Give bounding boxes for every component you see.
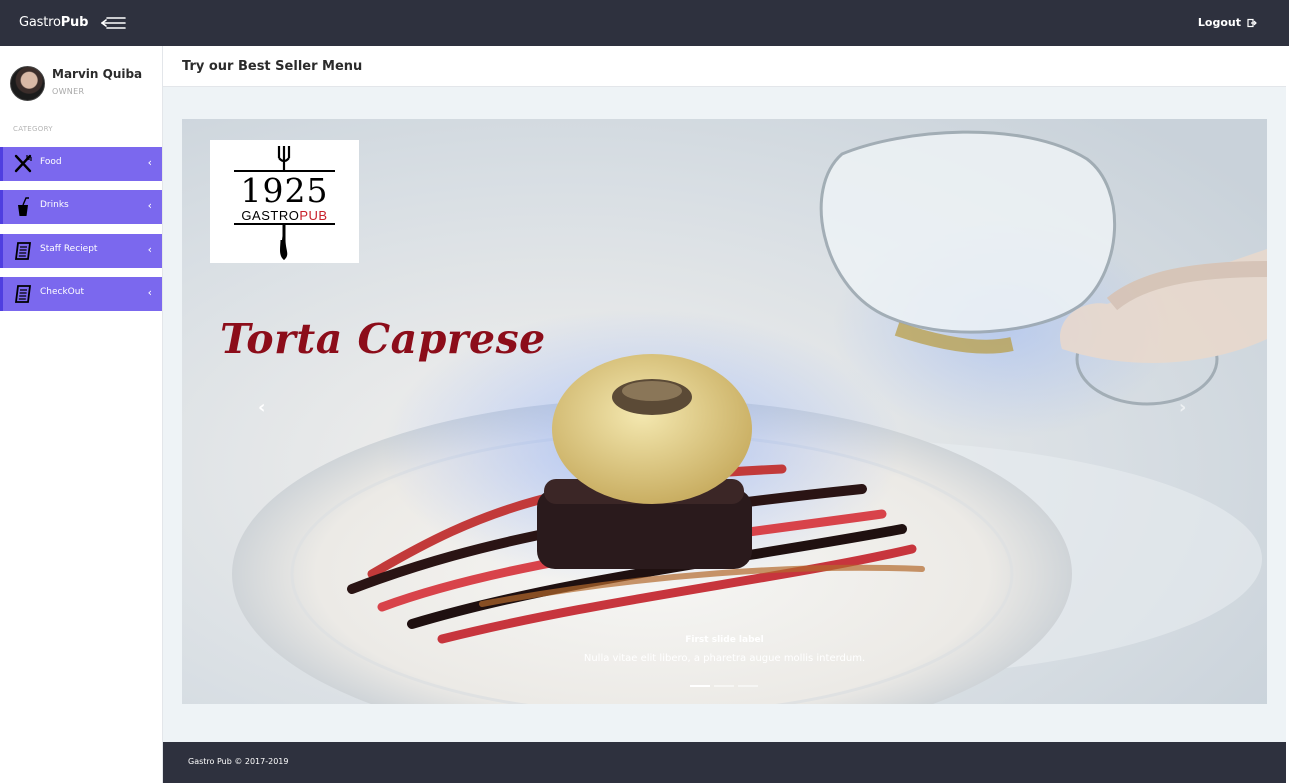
logo-text-dark: GASTRO xyxy=(241,208,300,223)
carousel-indicator-2[interactable] xyxy=(714,685,734,687)
brand-bold: Pub xyxy=(60,15,89,30)
logout-label: Logout xyxy=(1197,16,1241,29)
sidebar-item-label: Drinks xyxy=(40,200,69,210)
slide-caption-text: Nulla vitae elit libero, a pharetra augu… xyxy=(583,653,866,664)
user-name: Marvin Quiba xyxy=(52,67,143,81)
sidebar-item-label: Staff Reciept xyxy=(40,244,98,254)
footer: Gastro Pub © 2017-2019 xyxy=(163,742,1286,783)
carousel-indicator-3[interactable] xyxy=(738,685,758,687)
sidebar-item-checkout[interactable]: CheckOut ‹ xyxy=(0,277,162,311)
receipt-icon xyxy=(14,285,32,303)
chevron-left-icon: ‹ xyxy=(147,286,152,299)
logo-wordmark: GASTROPUB xyxy=(234,208,335,223)
chevron-left-icon: ‹ xyxy=(147,243,152,256)
sidebar-item-staff-reciept[interactable]: Staff Reciept ‹ xyxy=(0,234,162,268)
carousel[interactable]: 1925 GASTROPUB Torta Caprese ‹ › First s… xyxy=(182,119,1267,704)
carousel-indicators xyxy=(690,685,758,687)
category-label: CATEGORY xyxy=(13,125,53,133)
sidebar: Marvin Quiba OWNER CATEGORY Food ‹ Drink… xyxy=(0,46,163,783)
footer-copyright: Gastro Pub © 2017-2019 xyxy=(188,757,289,766)
carousel-indicator-1[interactable] xyxy=(690,685,710,687)
logo-text-red: PUB xyxy=(299,208,328,223)
receipt-icon xyxy=(14,242,32,260)
top-navbar: GastroPub Logout xyxy=(0,0,1289,46)
carousel-prev-button[interactable]: ‹ xyxy=(258,397,265,418)
menu-toggle-icon[interactable] xyxy=(100,15,127,31)
restaurant-logo: 1925 GASTROPUB xyxy=(210,140,359,263)
slide-heading: Torta Caprese xyxy=(220,315,546,363)
chevron-left-icon: ‹ xyxy=(147,199,152,212)
carousel-next-button[interactable]: › xyxy=(1179,397,1186,418)
avatar[interactable] xyxy=(10,66,45,101)
logo-number: 1925 xyxy=(240,171,329,210)
sidebar-item-drinks[interactable]: Drinks ‹ xyxy=(0,190,162,224)
drink-cup-icon xyxy=(18,197,29,216)
page-title: Try our Best Seller Menu xyxy=(182,59,363,74)
logout-button[interactable]: Logout xyxy=(1198,16,1257,29)
sidebar-item-food[interactable]: Food ‹ xyxy=(0,147,162,181)
sign-out-icon xyxy=(1247,18,1257,27)
fork-knife-icon xyxy=(14,154,32,173)
content-header: Try our Best Seller Menu xyxy=(163,46,1286,87)
slide-caption-title: First slide label xyxy=(685,635,764,645)
sidebar-item-label: Food xyxy=(40,157,62,167)
brand-logo[interactable]: GastroPub xyxy=(19,15,88,30)
chevron-left-icon: ‹ xyxy=(147,156,152,169)
sidebar-item-label: CheckOut xyxy=(40,287,85,297)
user-role: OWNER xyxy=(52,87,85,96)
brand-light: Gastro xyxy=(19,15,61,30)
